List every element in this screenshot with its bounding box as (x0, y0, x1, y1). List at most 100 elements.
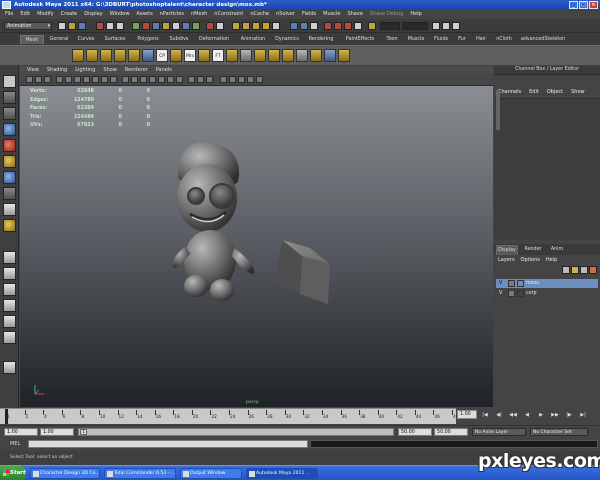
panel-menu-view[interactable]: View (27, 66, 39, 74)
select-joints-icon[interactable] (142, 22, 150, 30)
menu-nconstraint[interactable]: nConstraint (214, 10, 243, 19)
menu-assets[interactable]: Assets (136, 10, 152, 19)
cb-menu-edit[interactable]: Edit (529, 88, 539, 97)
shelf-tab-hair[interactable]: Hair (472, 35, 490, 44)
select-handles-icon[interactable] (132, 22, 140, 30)
mesh-tool-icon[interactable] (226, 49, 238, 62)
multisample-icon[interactable] (238, 76, 245, 83)
select-curves-icon[interactable] (152, 22, 160, 30)
step-back-frame-button[interactable]: ◀◀ (508, 410, 518, 420)
shelf-tab-ncloth[interactable]: nCloth (492, 35, 516, 44)
layer-visibility-toggle[interactable]: V (499, 289, 507, 298)
screen-space-ao-icon[interactable] (229, 76, 236, 83)
animation-start-field[interactable]: 1.00 (4, 428, 38, 436)
layer-row[interactable]: V mosu (496, 279, 598, 288)
minimize-button[interactable]: _ (569, 1, 578, 9)
highlight-selection-icon[interactable] (216, 22, 224, 30)
mrs-shelf-button[interactable]: Mrs (184, 49, 196, 62)
make-live-icon[interactable] (272, 22, 280, 30)
mesh-tool-icon[interactable] (100, 49, 112, 62)
ipr-render-icon[interactable] (344, 22, 352, 30)
shelf-tab-painteffects[interactable]: PaintEffects (340, 35, 380, 44)
new-layer-icon[interactable] (571, 266, 579, 274)
open-scene-icon[interactable] (68, 22, 76, 30)
channel-box-list[interactable] (494, 98, 600, 240)
layer-color-swatch[interactable] (517, 290, 524, 297)
delete-layer-icon[interactable] (589, 266, 597, 274)
menu-shave-debug[interactable]: Shave Debug (370, 10, 403, 19)
persp-graph-layout-icon[interactable] (3, 299, 16, 312)
rotate-tool-icon[interactable] (3, 139, 16, 152)
range-handle[interactable]: 1 (80, 429, 87, 435)
layer-visibility-toggle[interactable]: V (499, 279, 507, 288)
wireframe-icon[interactable] (122, 76, 129, 83)
taskbar-item-character-design[interactable]: Character Design 3D Co... (30, 468, 100, 479)
taskbar-item-output-window[interactable]: Output Window (180, 468, 242, 479)
snap-curve-icon[interactable] (242, 22, 250, 30)
select-component-icon[interactable] (116, 22, 124, 30)
mesh-tool-icon[interactable] (142, 49, 154, 62)
layer-menu-help[interactable]: Help (546, 256, 557, 264)
panel-menu-renderer[interactable]: Renderer (125, 66, 148, 74)
soft-modification-icon[interactable] (3, 187, 16, 200)
step-forward-frame-button[interactable]: ▶▶ (550, 410, 560, 420)
select-deformations-icon[interactable] (162, 22, 170, 30)
single-perspective-layout-icon[interactable] (3, 251, 16, 264)
shelf-tab-mesh[interactable]: Mesh (20, 35, 44, 44)
render-current-icon[interactable] (334, 22, 342, 30)
channel-box-scroll-handle[interactable] (496, 90, 500, 130)
camera-attributes-icon[interactable] (26, 76, 33, 83)
shelf-tab-subdivs[interactable]: Subdivs (166, 35, 192, 44)
select-tool-icon[interactable] (3, 75, 16, 88)
snap-view-plane-icon[interactable] (262, 22, 270, 30)
show-manipulator-icon[interactable] (3, 203, 16, 216)
mesh-tool-icon[interactable] (128, 49, 140, 62)
shelf-tab-general[interactable]: General (46, 35, 72, 44)
go-to-start-button[interactable]: |◀ (480, 410, 490, 420)
shelf-tab-fluids[interactable]: Fluids (430, 35, 452, 44)
layer-tab-anim[interactable]: Anim (548, 245, 566, 255)
menu-nparticles[interactable]: nParticles (160, 10, 184, 19)
menu-muscle[interactable]: Muscle (323, 10, 340, 19)
mel-input[interactable] (28, 440, 308, 448)
mesh-tool-icon[interactable] (324, 49, 336, 62)
shelf-tab-deformation[interactable]: Deformation (194, 35, 234, 44)
persp-outliner-layout-icon[interactable] (3, 283, 16, 296)
motion-blur-icon[interactable] (247, 76, 254, 83)
character-set-dropdown[interactable]: No Character Set (530, 428, 588, 436)
film-gate-icon[interactable] (65, 76, 72, 83)
mesh-tool-icon[interactable] (338, 49, 350, 62)
textured-icon[interactable] (158, 76, 165, 83)
go-to-end-button[interactable]: ▶| (578, 410, 588, 420)
layer-tab-render[interactable]: Render (522, 245, 544, 255)
menu-nsolver[interactable]: nSolver (276, 10, 295, 19)
select-hierarchy-icon[interactable] (96, 22, 104, 30)
layer-name[interactable]: corp (526, 289, 537, 298)
mesh-tool-icon[interactable] (282, 49, 294, 62)
playback-start-field[interactable]: 1.00 (40, 428, 74, 436)
playback-end-field[interactable]: 50.00 (398, 428, 432, 436)
render-view-icon[interactable] (324, 22, 332, 30)
play-backwards-button[interactable]: ◀ (522, 410, 532, 420)
new-layer-selected-icon[interactable] (580, 266, 588, 274)
play-forwards-button[interactable]: ▶ (536, 410, 546, 420)
field-chart-icon[interactable] (92, 76, 99, 83)
layer-menu-layers[interactable]: Layers (498, 256, 515, 264)
shelf-tab-curves[interactable]: Curves (74, 35, 98, 44)
mesh-tool-icon[interactable] (310, 49, 322, 62)
shelf-tab-dynamics[interactable]: Dynamics (272, 35, 302, 44)
wireframe-on-shaded-icon[interactable] (140, 76, 147, 83)
scale-tool-icon[interactable] (3, 155, 16, 168)
input-line-field[interactable] (380, 22, 400, 30)
gate-mask-icon[interactable] (83, 76, 90, 83)
snap-point-icon[interactable] (252, 22, 260, 30)
select-object-icon[interactable] (106, 22, 114, 30)
snap-grid-icon[interactable] (232, 22, 240, 30)
menu-shave[interactable]: Shave (347, 10, 362, 19)
perspective-viewport[interactable]: Verts: 62048 0 0 Edges: 124780 0 0 Faces… (20, 86, 493, 407)
move-tool-icon[interactable] (3, 123, 16, 136)
layer-tab-display[interactable]: Display (496, 245, 518, 255)
output-ops-icon[interactable] (300, 22, 308, 30)
current-frame-field[interactable]: 1.00 (457, 410, 477, 419)
mesh-tool-icon[interactable] (268, 49, 280, 62)
